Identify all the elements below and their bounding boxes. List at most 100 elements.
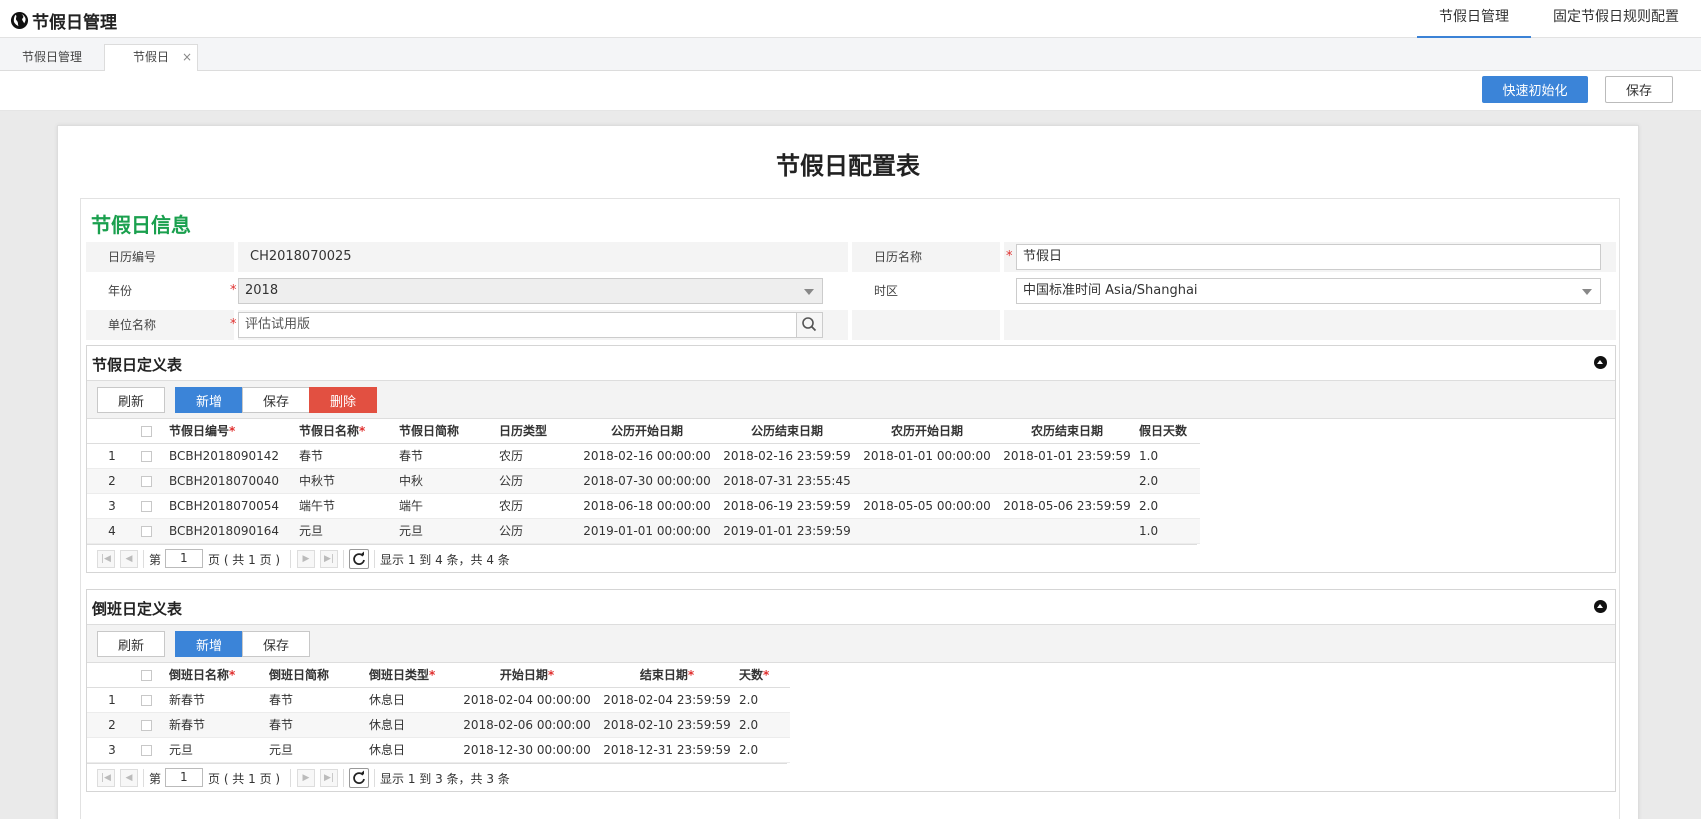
- page-input[interactable]: 1: [165, 767, 203, 787]
- nav-fixed-holiday-rules[interactable]: 固定节假日规则配置: [1531, 0, 1701, 38]
- timezone-value: 中国标准时间 Asia/Shanghai: [1023, 283, 1198, 298]
- unit-input[interactable]: 评估试用版: [238, 312, 823, 338]
- table-cell: 端午节: [295, 493, 395, 519]
- table-row[interactable]: 4 BCBH2018090164 元旦 元旦 公历 2019-01-01 00:00:00…: [87, 518, 1200, 544]
- unit-cell: * 评估试用版: [230, 310, 848, 340]
- row-checkbox[interactable]: [141, 500, 152, 512]
- last-page-icon[interactable]: ▶|: [320, 768, 338, 787]
- col-select: [137, 663, 165, 688]
- reload-button[interactable]: [349, 767, 369, 788]
- holiday-info-section: 节假日信息 日历编号 CH2018070025 日历名称 * 节假日 年份 *: [80, 198, 1620, 819]
- table-row[interactable]: 3 BCBH2018070054 端午节 端午 农历 2018-06-18 00:00:0…: [87, 493, 1200, 519]
- required-mark: *: [1006, 249, 1013, 264]
- table-cell: 元旦: [265, 737, 365, 763]
- refresh-button[interactable]: 刷新: [97, 631, 165, 657]
- row-checkbox[interactable]: [141, 694, 152, 706]
- table-cell: 新春节: [165, 687, 265, 713]
- holiday-definition-panel: 节假日定义表 刷新 新增 保存 删除 节假日编号* 节假日名称* 节假日简称 日…: [86, 345, 1616, 573]
- calendar-name-cell: * 节假日: [1004, 242, 1616, 272]
- save-button[interactable]: 保存: [1605, 76, 1673, 103]
- table-cell: 公历: [495, 468, 575, 494]
- table-row[interactable]: 3 元旦 元旦 休息日 2018-12-30 00:00:00 2018-12-31 23…: [87, 737, 790, 763]
- year-cell: * 2018: [230, 276, 848, 306]
- row-index: 3: [87, 737, 137, 763]
- table-cell: 2018-12-30 00:00:00: [455, 737, 595, 763]
- reload-button[interactable]: [349, 548, 369, 569]
- select-all-checkbox[interactable]: [141, 669, 152, 681]
- last-page-icon[interactable]: ▶|: [320, 549, 338, 568]
- tab-holiday-label: 节假日: [133, 50, 170, 64]
- table-cell: 2018-02-16 00:00:00: [575, 443, 715, 469]
- add-button[interactable]: 新增: [175, 631, 243, 657]
- table-cell: 休息日: [365, 687, 455, 713]
- top-header: 节假日管理 节假日管理 固定节假日规则配置: [0, 0, 1701, 38]
- search-icon: [802, 317, 817, 332]
- divider: [343, 768, 344, 787]
- row-select-cell: [137, 518, 165, 544]
- table-cell: 端午: [395, 493, 495, 519]
- row-checkbox[interactable]: [141, 525, 152, 537]
- save-row-button[interactable]: 保存: [242, 387, 310, 413]
- col-days: 天数*: [735, 663, 790, 688]
- next-page-icon[interactable]: ▶: [297, 768, 315, 787]
- col-start-date: 开始日期*: [455, 663, 595, 688]
- nav-holiday-management[interactable]: 节假日管理: [1417, 0, 1531, 38]
- table-row[interactable]: 1 BCBH2018090142 春节 春节 农历 2018-02-16 00:00:00…: [87, 443, 1200, 469]
- col-holiday-short: 节假日简称: [395, 419, 495, 444]
- row-select-cell: [137, 493, 165, 519]
- col-shift-short: 倒班日简称: [265, 663, 365, 688]
- collapse-icon[interactable]: [1594, 356, 1607, 369]
- prev-page-icon[interactable]: ◀: [120, 768, 138, 787]
- col-index: [87, 419, 137, 444]
- select-all-checkbox[interactable]: [141, 425, 152, 437]
- tab-holiday-management[interactable]: 节假日管理: [22, 47, 82, 71]
- unit-placeholder: 评估试用版: [245, 317, 311, 332]
- table-row[interactable]: 2 BCBH2018070040 中秋节 中秋 公历 2018-07-30 00:00:0…: [87, 468, 1200, 494]
- holiday-pager: |◀ ◀ 第 1 页 ( 共 1 页 ) ▶ ▶| 显示 1 到 4 条，共 4…: [87, 543, 1197, 572]
- row-index: 1: [87, 443, 137, 469]
- page-input[interactable]: 1: [165, 548, 203, 568]
- unit-label-cell: 单位名称: [86, 310, 234, 340]
- row-checkbox[interactable]: [141, 450, 152, 462]
- col-shift-name: 倒班日名称*: [165, 663, 265, 688]
- row-checkbox[interactable]: [141, 744, 152, 756]
- first-page-icon[interactable]: |◀: [97, 768, 115, 787]
- table-cell: BCBH2018070040: [165, 468, 295, 494]
- row-checkbox[interactable]: [141, 475, 152, 487]
- first-page-icon[interactable]: |◀: [97, 549, 115, 568]
- table-row[interactable]: 2 新春节 春节 休息日 2018-02-06 00:00:00 2018-02-10 2…: [87, 712, 790, 738]
- quick-init-button[interactable]: 快速初始化: [1482, 76, 1588, 103]
- row-checkbox[interactable]: [141, 719, 152, 731]
- add-button[interactable]: 新增: [175, 387, 243, 413]
- calendar-name-input[interactable]: 节假日: [1016, 244, 1601, 270]
- prev-page-icon[interactable]: ◀: [120, 549, 138, 568]
- table-cell: BCBH2018090164: [165, 518, 295, 544]
- timezone-select[interactable]: 中国标准时间 Asia/Shanghai: [1016, 278, 1601, 304]
- close-icon[interactable]: ×: [182, 45, 192, 69]
- col-holiday-days: 假日天数: [1135, 419, 1200, 444]
- divider: [143, 768, 144, 787]
- table-cell: BCBH2018070054: [165, 493, 295, 519]
- collapse-icon[interactable]: [1594, 600, 1607, 613]
- year-select[interactable]: 2018: [238, 278, 823, 304]
- chevron-down-icon: [1582, 289, 1592, 295]
- table-cell: [855, 468, 995, 494]
- table-cell: 元旦: [395, 518, 495, 544]
- calendar-code-label-cell: 日历编号: [86, 242, 234, 272]
- holiday-panel-header: 节假日定义表: [87, 346, 1615, 381]
- table-cell: [995, 468, 1135, 494]
- next-page-icon[interactable]: ▶: [297, 549, 315, 568]
- timezone-cell: 中国标准时间 Asia/Shanghai: [1004, 276, 1616, 306]
- table-cell: 2018-06-18 00:00:00: [575, 493, 715, 519]
- holiday-grid-header: 节假日编号* 节假日名称* 节假日简称 日历类型 公历开始日期 公历结束日期 农…: [87, 419, 1200, 444]
- save-row-button[interactable]: 保存: [242, 631, 310, 657]
- search-button[interactable]: [796, 313, 822, 337]
- tab-holiday[interactable]: 节假日 ×: [104, 44, 198, 72]
- timezone-label: 时区: [874, 284, 899, 298]
- shift-panel-toolbar: 刷新 新增 保存: [87, 625, 1615, 663]
- refresh-button[interactable]: 刷新: [97, 387, 165, 413]
- table-row[interactable]: 1 新春节 春节 休息日 2018-02-04 00:00:00 2018-02-04 2…: [87, 687, 790, 713]
- table-cell: 2018-02-06 00:00:00: [455, 712, 595, 738]
- page-suffix: 页 ( 共 1 页 ): [208, 552, 281, 567]
- delete-button[interactable]: 删除: [309, 387, 377, 413]
